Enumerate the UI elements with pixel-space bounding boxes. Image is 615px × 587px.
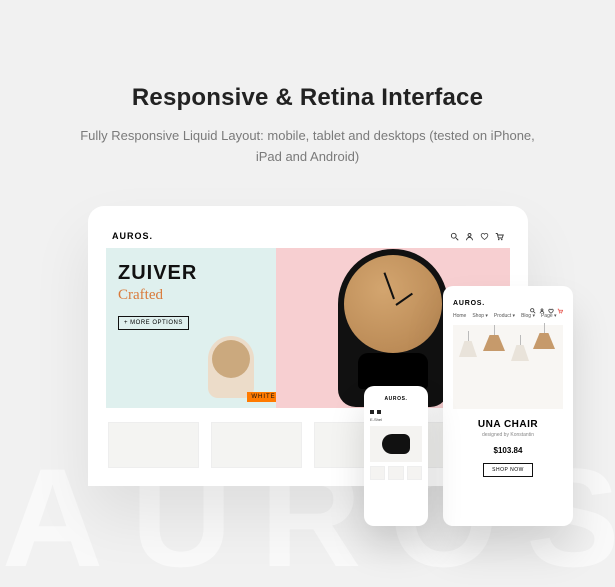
- pendant-lamp: [459, 341, 477, 369]
- search-icon[interactable]: [450, 232, 459, 241]
- cart-icon[interactable]: [495, 232, 504, 241]
- brand-logo[interactable]: AUROS.: [453, 300, 485, 307]
- user-icon[interactable]: [539, 301, 545, 307]
- chair-shape: [382, 434, 410, 454]
- phone-thumbnails: [370, 466, 422, 480]
- laptop-header: AUROS.: [106, 224, 510, 248]
- page-title: Responsive & Retina Interface: [0, 84, 615, 112]
- tablet-header: AUROS.: [453, 300, 563, 307]
- brand-logo[interactable]: AUROS.: [112, 231, 153, 241]
- phone-product-image: [370, 426, 422, 462]
- thumb[interactable]: [370, 466, 385, 480]
- brand-logo[interactable]: AUROS.: [370, 396, 422, 402]
- wishlist-icon[interactable]: [548, 301, 554, 307]
- pendant-lamp: [511, 345, 529, 373]
- phone-mockup: AUROS. E-Shel: [364, 386, 428, 526]
- thumb[interactable]: [407, 466, 422, 480]
- more-options-button[interactable]: + MORE OPTIONS: [118, 316, 189, 330]
- tablet-mockup: AUROS. Home Shop ▾ Product ▾ Blog ▾ Page…: [443, 286, 573, 526]
- tablet-hero: [453, 325, 563, 409]
- nav-link[interactable]: Blog ▾: [521, 313, 535, 319]
- page-subtitle: Fully Responsive Liquid Layout: mobile, …: [73, 126, 543, 168]
- tablet-nav: Home Shop ▾ Product ▾ Blog ▾ Page ▾: [453, 313, 563, 319]
- nav-link[interactable]: Page ▾: [541, 313, 557, 319]
- phone-color-swatches[interactable]: [370, 410, 422, 414]
- nav-link[interactable]: Product ▾: [494, 313, 515, 319]
- product-card[interactable]: [211, 422, 302, 468]
- phone-product-label: E-Shel: [370, 417, 422, 422]
- nav-link[interactable]: Home: [453, 313, 466, 319]
- large-clock-product: [338, 249, 448, 407]
- pendant-lamp: [483, 335, 505, 363]
- pendant-lamp: [533, 333, 555, 361]
- search-icon[interactable]: [530, 301, 536, 307]
- user-icon[interactable]: [465, 232, 474, 241]
- product-price: $103.84: [453, 446, 563, 455]
- shop-now-button[interactable]: SHOP NOW: [483, 463, 533, 477]
- product-title: UNA CHAIR: [453, 419, 563, 430]
- wishlist-icon[interactable]: [480, 232, 489, 241]
- small-clock-product: [208, 336, 254, 398]
- product-designer: designed by Konstantin: [453, 432, 563, 438]
- hero-left-panel: ZUIVER Crafted + MORE OPTIONS WHITE: [106, 248, 276, 408]
- nav-link[interactable]: Shop ▾: [472, 313, 488, 319]
- product-card[interactable]: [108, 422, 199, 468]
- hero-script-tagline: Crafted: [118, 287, 264, 304]
- hero-brand-title: ZUIVER: [118, 262, 264, 285]
- cart-icon[interactable]: [557, 301, 563, 307]
- thumb[interactable]: [388, 466, 403, 480]
